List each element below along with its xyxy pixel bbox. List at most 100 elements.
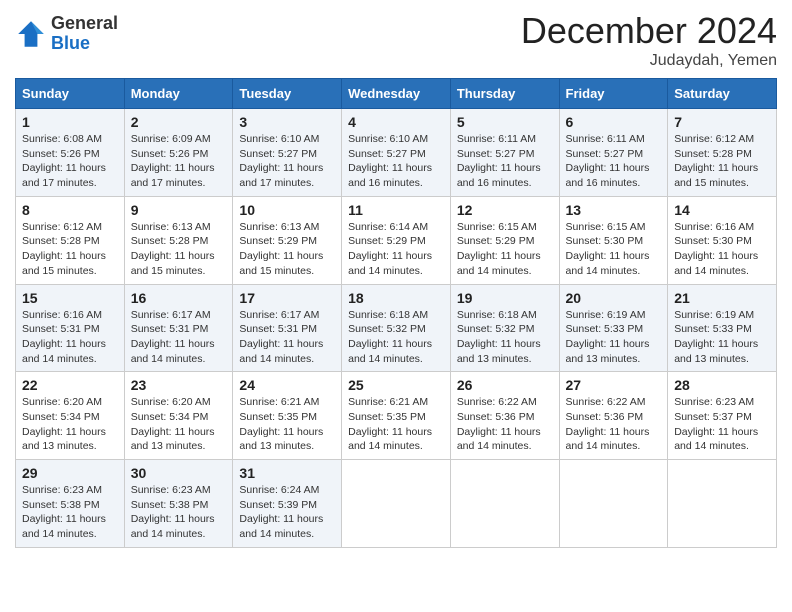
day-number: 13 [566,202,662,218]
cell-text: Sunrise: 6:11 AMSunset: 5:27 PMDaylight:… [566,133,650,189]
day-number: 31 [239,465,335,481]
calendar-cell: 2 Sunrise: 6:09 AMSunset: 5:26 PMDaylight… [124,109,233,197]
calendar-cell [559,460,668,548]
location-title: Judaydah, Yemen [521,52,777,70]
calendar-day-header: Saturday [668,79,777,109]
day-number: 22 [22,377,118,393]
calendar-cell: 18Sunrise: 6:18 AMSunset: 5:32 PMDayligh… [342,284,451,372]
calendar-cell: 25 Sunrise: 6:21 AMSunset: 5:35 PMDayligh… [342,372,451,460]
day-number: 10 [239,202,335,218]
day-number: 23 [131,377,227,393]
day-number: 28 [674,377,770,393]
calendar-cell: 24 Sunrise: 6:21 AMSunset: 5:35 PMDayligh… [233,372,342,460]
day-number: 19 [457,290,553,306]
cell-text: Sunrise: 6:19 AMSunset: 5:33 PMDaylight:… [674,309,758,365]
calendar-cell [668,460,777,548]
cell-text: Sunrise: 6:10 AMSunset: 5:27 PMDaylight:… [348,133,432,189]
day-number: 6 [566,114,662,130]
day-number: 1 [22,114,118,130]
cell-text: Sunrise: 6:08 AMSunset: 5:26 PMDaylight:… [22,133,106,189]
day-number: 26 [457,377,553,393]
day-number: 25 [348,377,444,393]
day-number: 9 [131,202,227,218]
calendar-cell: 19 Sunrise: 6:18 AMSunset: 5:32 PMDayligh… [450,284,559,372]
day-number: 14 [674,202,770,218]
calendar-week-row: 1 Sunrise: 6:08 AMSunset: 5:26 PMDaylight… [16,109,777,197]
cell-text: Sunrise: 6:23 AMSunset: 5:38 PMDaylight:… [131,484,215,540]
day-number: 24 [239,377,335,393]
calendar-cell: 13 Sunrise: 6:15 AMSunset: 5:30 PMDayligh… [559,196,668,284]
calendar-cell: 23Sunrise: 6:20 AMSunset: 5:34 PMDayligh… [124,372,233,460]
cell-text: Sunrise: 6:15 AMSunset: 5:30 PMDaylight:… [566,221,650,277]
day-number: 8 [22,202,118,218]
calendar-cell: 10 Sunrise: 6:13 AMSunset: 5:29 PMDayligh… [233,196,342,284]
cell-text: Sunrise: 6:19 AMSunset: 5:33 PMDaylight:… [566,309,650,365]
day-number: 11 [348,202,444,218]
calendar-cell: 11 Sunrise: 6:14 AMSunset: 5:29 PMDayligh… [342,196,451,284]
calendar-cell: 17 Sunrise: 6:17 AMSunset: 5:31 PMDayligh… [233,284,342,372]
cell-text: Sunrise: 6:22 AMSunset: 5:36 PMDaylight:… [457,396,541,452]
calendar-cell: 29 Sunrise: 6:23 AMSunset: 5:38 PMDayligh… [16,460,125,548]
calendar-cell: 7Sunrise: 6:12 AMSunset: 5:28 PMDaylight… [668,109,777,197]
calendar-cell: 12Sunrise: 6:15 AMSunset: 5:29 PMDayligh… [450,196,559,284]
calendar-cell: 20 Sunrise: 6:19 AMSunset: 5:33 PMDayligh… [559,284,668,372]
day-number: 15 [22,290,118,306]
cell-text: Sunrise: 6:21 AMSunset: 5:35 PMDaylight:… [348,396,432,452]
cell-text: Sunrise: 6:12 AMSunset: 5:28 PMDaylight:… [22,221,106,277]
cell-text: Sunrise: 6:12 AMSunset: 5:28 PMDaylight:… [674,133,758,189]
calendar-header-row: SundayMondayTuesdayWednesdayThursdayFrid… [16,79,777,109]
day-number: 17 [239,290,335,306]
calendar-day-header: Tuesday [233,79,342,109]
calendar-cell [342,460,451,548]
calendar-week-row: 15 Sunrise: 6:16 AMSunset: 5:31 PMDayligh… [16,284,777,372]
cell-text: Sunrise: 6:14 AMSunset: 5:29 PMDaylight:… [348,221,432,277]
cell-text: Sunrise: 6:09 AMSunset: 5:26 PMDaylight:… [131,133,215,189]
calendar-cell: 5Sunrise: 6:11 AMSunset: 5:27 PMDaylight… [450,109,559,197]
day-number: 27 [566,377,662,393]
cell-text: Sunrise: 6:18 AMSunset: 5:32 PMDaylight:… [457,309,541,365]
calendar-day-header: Friday [559,79,668,109]
cell-text: Sunrise: 6:18 AMSunset: 5:32 PMDaylight:… [348,309,432,365]
logo-blue: Blue [51,34,118,54]
cell-text: Sunrise: 6:10 AMSunset: 5:27 PMDaylight:… [239,133,323,189]
cell-text: Sunrise: 6:13 AMSunset: 5:28 PMDaylight:… [131,221,215,277]
calendar-table: SundayMondayTuesdayWednesdayThursdayFrid… [15,78,777,548]
title-block: December 2024 Judaydah, Yemen [521,10,777,70]
calendar-cell: 21Sunrise: 6:19 AMSunset: 5:33 PMDayligh… [668,284,777,372]
day-number: 3 [239,114,335,130]
cell-text: Sunrise: 6:24 AMSunset: 5:39 PMDaylight:… [239,484,323,540]
calendar-week-row: 8 Sunrise: 6:12 AMSunset: 5:28 PMDaylight… [16,196,777,284]
cell-text: Sunrise: 6:21 AMSunset: 5:35 PMDaylight:… [239,396,323,452]
cell-text: Sunrise: 6:23 AMSunset: 5:38 PMDaylight:… [22,484,106,540]
day-number: 29 [22,465,118,481]
calendar-cell: 3 Sunrise: 6:10 AMSunset: 5:27 PMDaylight… [233,109,342,197]
calendar-cell: 28Sunrise: 6:23 AMSunset: 5:37 PMDayligh… [668,372,777,460]
day-number: 4 [348,114,444,130]
calendar-cell: 26 Sunrise: 6:22 AMSunset: 5:36 PMDayligh… [450,372,559,460]
month-title: December 2024 [521,10,777,52]
calendar-cell [450,460,559,548]
day-number: 30 [131,465,227,481]
day-number: 5 [457,114,553,130]
cell-text: Sunrise: 6:17 AMSunset: 5:31 PMDaylight:… [131,309,215,365]
logo-text: General Blue [51,14,118,54]
calendar-cell: 4 Sunrise: 6:10 AMSunset: 5:27 PMDaylight… [342,109,451,197]
day-number: 12 [457,202,553,218]
calendar-cell: 8 Sunrise: 6:12 AMSunset: 5:28 PMDaylight… [16,196,125,284]
cell-text: Sunrise: 6:13 AMSunset: 5:29 PMDaylight:… [239,221,323,277]
calendar-cell: 27Sunrise: 6:22 AMSunset: 5:36 PMDayligh… [559,372,668,460]
calendar-day-header: Sunday [16,79,125,109]
logo: General Blue [15,14,118,54]
calendar-day-header: Wednesday [342,79,451,109]
day-number: 16 [131,290,227,306]
day-number: 2 [131,114,227,130]
calendar-cell: 16 Sunrise: 6:17 AMSunset: 5:31 PMDayligh… [124,284,233,372]
logo-general: General [51,14,118,34]
day-number: 20 [566,290,662,306]
page-header: General Blue December 2024 Judaydah, Yem… [15,10,777,70]
calendar-cell: 9 Sunrise: 6:13 AMSunset: 5:28 PMDaylight… [124,196,233,284]
calendar-week-row: 22Sunrise: 6:20 AMSunset: 5:34 PMDayligh… [16,372,777,460]
cell-text: Sunrise: 6:17 AMSunset: 5:31 PMDaylight:… [239,309,323,365]
cell-text: Sunrise: 6:16 AMSunset: 5:31 PMDaylight:… [22,309,106,365]
calendar-cell: 14Sunrise: 6:16 AMSunset: 5:30 PMDayligh… [668,196,777,284]
